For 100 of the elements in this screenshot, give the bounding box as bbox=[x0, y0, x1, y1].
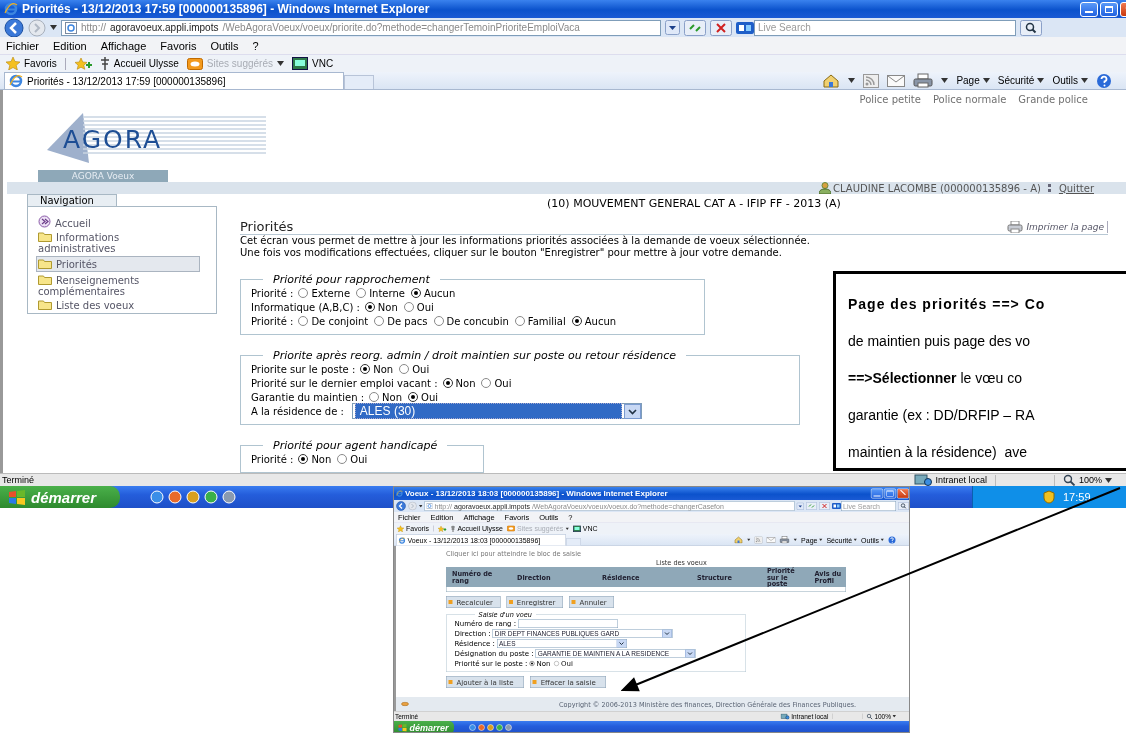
radio-button[interactable] bbox=[408, 392, 418, 402]
radio-button[interactable] bbox=[298, 454, 309, 464]
help-icon[interactable] bbox=[1096, 72, 1112, 89]
caret-icon bbox=[1081, 78, 1088, 83]
option-label: Externe bbox=[311, 287, 351, 299]
maximize-button[interactable] bbox=[884, 488, 896, 499]
help-icon[interactable] bbox=[888, 535, 896, 544]
radio-button[interactable] bbox=[356, 288, 367, 298]
mail-icon[interactable] bbox=[887, 74, 906, 87]
toolbar-menu[interactable]: Sécurité bbox=[997, 75, 1045, 86]
search-button[interactable] bbox=[1020, 19, 1042, 36]
folder-icon bbox=[38, 258, 52, 269]
close-button[interactable] bbox=[897, 488, 909, 499]
radio-button[interactable] bbox=[298, 316, 309, 326]
radio-button[interactable] bbox=[360, 364, 371, 374]
mail-icon[interactable] bbox=[766, 536, 776, 543]
caret-icon bbox=[793, 538, 798, 541]
feed-button[interactable] bbox=[863, 73, 880, 88]
home-icon[interactable] bbox=[822, 73, 841, 88]
radio-button[interactable] bbox=[364, 302, 375, 312]
radio-button[interactable] bbox=[399, 364, 410, 374]
font-size-link[interactable]: Police normale bbox=[932, 94, 1007, 107]
radio-button[interactable] bbox=[403, 302, 414, 312]
maximize-button[interactable] bbox=[1100, 1, 1118, 17]
nav-item[interactable]: Accueil bbox=[38, 215, 192, 229]
menu-item[interactable]: Favoris bbox=[154, 39, 205, 52]
toolbar-menu[interactable]: Page bbox=[956, 75, 990, 86]
app-icon[interactable] bbox=[168, 490, 182, 504]
field-label: A la résidence de : bbox=[251, 405, 344, 417]
radio-button[interactable] bbox=[369, 392, 380, 402]
option-label: Oui bbox=[494, 377, 512, 389]
nav-item[interactable]: Liste des voeux bbox=[38, 299, 192, 311]
menu-item[interactable]: Fichier bbox=[0, 39, 47, 52]
nav-item[interactable]: Renseignements complémentaires bbox=[38, 274, 192, 297]
stop-button[interactable] bbox=[710, 19, 732, 36]
font-size-link[interactable]: Grande police bbox=[1018, 94, 1088, 107]
menu-item[interactable]: Affichage bbox=[94, 39, 155, 52]
minimize-button[interactable] bbox=[1080, 1, 1098, 17]
page-heading: Priorités bbox=[240, 219, 294, 234]
app-icon[interactable] bbox=[150, 490, 164, 504]
radio-button[interactable] bbox=[529, 661, 535, 666]
print-icon[interactable] bbox=[779, 536, 790, 544]
menu-item[interactable]: Edition bbox=[47, 39, 95, 52]
search-field[interactable]: Live Search bbox=[754, 19, 1016, 36]
radio-button[interactable] bbox=[553, 661, 559, 666]
field-label: Priorité : bbox=[251, 315, 294, 327]
radio-button[interactable] bbox=[298, 288, 309, 298]
start-button[interactable]: démarrer bbox=[394, 721, 454, 732]
favorites-button[interactable]: Favoris bbox=[6, 57, 57, 70]
app-icon[interactable] bbox=[186, 490, 200, 504]
browser-tab[interactable]: Priorités - 13/12/2013 17:59 [000000135896] bbox=[4, 72, 344, 89]
favorite-link[interactable]: Accueil Ulysse bbox=[99, 57, 179, 70]
windows-flag-icon bbox=[398, 723, 407, 732]
menu-item[interactable]: ? bbox=[246, 39, 267, 52]
radio-button[interactable] bbox=[337, 454, 348, 464]
nav-item[interactable]: Informations administratives bbox=[38, 231, 192, 254]
network-zone-icon bbox=[780, 713, 790, 720]
residence-dropdown[interactable]: ALES (30) bbox=[351, 403, 642, 419]
menu-item[interactable]: Outils bbox=[204, 39, 247, 52]
back-button[interactable] bbox=[396, 501, 406, 511]
feed-icon bbox=[186, 57, 203, 70]
favorite-link[interactable]: VNC bbox=[292, 57, 334, 70]
radio-button[interactable] bbox=[571, 316, 582, 326]
address-field[interactable]: http:// agoravoeux.appli.impots /WebAgoraVoeux/voeux/priorite.do?methode=changerTemoinPrioriteEmploiVaca bbox=[61, 19, 661, 36]
option-label: Familial bbox=[527, 315, 566, 327]
radio-button[interactable] bbox=[433, 316, 444, 326]
minimize-button[interactable] bbox=[871, 488, 883, 499]
caret-icon bbox=[1105, 477, 1112, 483]
nav-item[interactable]: Priorités bbox=[36, 256, 200, 272]
back-button[interactable] bbox=[4, 17, 24, 38]
logout-link[interactable]: Quitter bbox=[1058, 182, 1094, 194]
option-label: De concubin bbox=[446, 315, 509, 327]
dropdown-arrow-icon bbox=[662, 629, 673, 638]
magnifier-icon bbox=[1062, 474, 1076, 486]
add-favorite-icon[interactable] bbox=[73, 57, 92, 70]
dropdown-button[interactable] bbox=[665, 20, 680, 35]
radio-button[interactable] bbox=[374, 316, 385, 326]
stop-button[interactable] bbox=[819, 502, 830, 510]
home-icon[interactable] bbox=[734, 536, 744, 544]
field-label: Priorité : bbox=[251, 287, 294, 299]
add-favorite-icon[interactable] bbox=[437, 525, 447, 532]
zoom-control[interactable]: 100% bbox=[1062, 474, 1112, 486]
footer-icon bbox=[401, 701, 409, 707]
feed-button[interactable] bbox=[754, 536, 763, 544]
font-size-link[interactable]: Police petite bbox=[859, 94, 921, 107]
caret-icon bbox=[892, 715, 896, 718]
print-link[interactable]: Imprimer la page bbox=[1007, 221, 1108, 233]
print-icon[interactable] bbox=[913, 73, 934, 88]
app-icon[interactable] bbox=[222, 490, 236, 504]
radio-button[interactable] bbox=[514, 316, 525, 326]
caret-icon bbox=[941, 78, 949, 83]
radio-button[interactable] bbox=[481, 378, 492, 388]
security-zone: Intranet local bbox=[914, 474, 987, 486]
radio-button[interactable] bbox=[410, 288, 421, 298]
start-button[interactable]: démarrer bbox=[0, 486, 120, 508]
field-label: Priorite sur le poste : bbox=[251, 363, 356, 375]
toolbar-menu[interactable]: Outils bbox=[1052, 75, 1088, 86]
app-icon[interactable] bbox=[204, 490, 218, 504]
refresh-button[interactable] bbox=[806, 502, 817, 510]
radio-button[interactable] bbox=[442, 378, 453, 388]
